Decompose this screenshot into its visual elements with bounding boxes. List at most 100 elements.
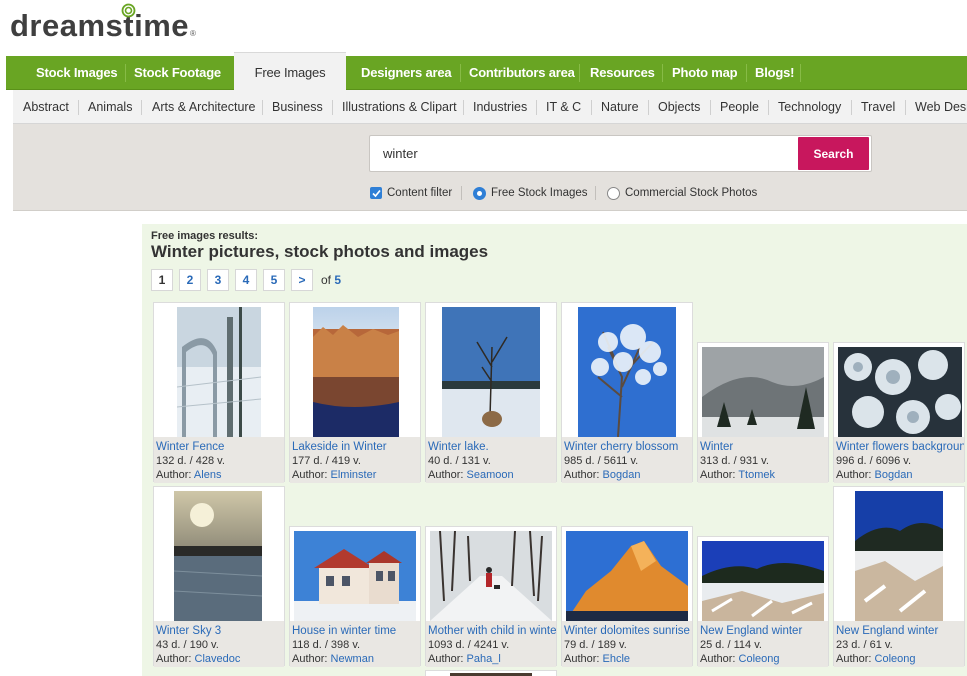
category-it-c[interactable]: IT & C [546, 90, 581, 123]
nav-stock-footage[interactable]: Stock Footage [134, 56, 221, 90]
image-title[interactable]: Winter lake. [428, 440, 554, 454]
category-divider [710, 100, 711, 115]
author-link[interactable]: Ehcle [603, 653, 631, 665]
dreamstime-logo[interactable]: dreamstime ® [10, 3, 196, 42]
image-card-partial[interactable] [425, 670, 557, 676]
category-business[interactable]: Business [272, 90, 323, 123]
image-title[interactable]: Winter [700, 440, 826, 454]
mother-child-photo[interactable] [430, 531, 552, 621]
image-card[interactable]: Winter cherry blossom 985 d. / 5611 v. A… [561, 302, 693, 483]
lakeside-photo[interactable] [313, 307, 399, 437]
author-link[interactable]: Clavedoc [195, 653, 241, 665]
category-people[interactable]: People [720, 90, 759, 123]
main-nav: Stock Images Stock Footage Free Images D… [6, 52, 967, 92]
category-divider [905, 100, 906, 115]
commercial-option[interactable]: Commercial Stock Photos [607, 184, 757, 202]
image-title[interactable]: Winter dolomites sunrise [564, 624, 690, 638]
free-images-option[interactable]: Free Stock Images [473, 184, 588, 202]
image-title[interactable]: Winter cherry blossom [564, 440, 690, 454]
nav-resources[interactable]: Resources [590, 56, 655, 90]
frosted-tree-photo[interactable] [578, 307, 676, 437]
category-objects[interactable]: Objects [658, 90, 700, 123]
misty-mountain-photo[interactable] [702, 347, 824, 437]
nav-divider [579, 64, 580, 82]
search-area: Search Content filter Free Stock Images … [13, 124, 967, 211]
image-title[interactable]: Winter flowers background [836, 440, 964, 454]
category-animals[interactable]: Animals [88, 90, 132, 123]
image-title[interactable]: House in winter time [292, 624, 418, 638]
image-author: Author: Bogdan [836, 468, 962, 482]
image-stats: 177 d. / 419 v. [292, 455, 361, 467]
image-title[interactable]: Winter Fence [156, 440, 282, 454]
author-label: Author: [292, 469, 328, 481]
image-meta: Mother with child in winter 1093 d. / 42… [426, 621, 556, 667]
page-next[interactable]: > [291, 269, 313, 291]
image-card[interactable]: Winter 313 d. / 931 v. Author: Ttomek [697, 342, 829, 483]
search-button[interactable]: Search [798, 137, 869, 170]
nav-stock-images[interactable]: Stock Images [36, 56, 118, 90]
category-industries[interactable]: Industries [473, 90, 527, 123]
image-card[interactable]: Winter Fence 132 d. / 428 v. Author: Ale… [153, 302, 285, 483]
page-count-of: of [321, 273, 332, 287]
image-title[interactable]: New England winter [700, 624, 826, 638]
image-stats: 25 d. / 114 v. [700, 639, 762, 651]
image-title[interactable]: Mother with child in winter [428, 624, 556, 638]
commercial-radio[interactable] [607, 186, 620, 200]
image-card[interactable]: House in winter time 118 d. / 398 v. Aut… [289, 526, 421, 667]
page-1[interactable]: 1 [151, 269, 173, 291]
author-link[interactable]: Seamoon [467, 469, 514, 481]
page-3[interactable]: 3 [207, 269, 229, 291]
image-card[interactable]: New England winter 23 d. / 61 v. Author:… [833, 486, 965, 667]
search-input[interactable] [371, 137, 797, 170]
category-web-design[interactable]: Web Design [915, 90, 967, 123]
category-abstract[interactable]: Abstract [23, 90, 69, 123]
author-label: Author: [700, 653, 736, 665]
image-title[interactable]: Lakeside in Winter [292, 440, 418, 454]
dolomites-photo[interactable] [566, 531, 688, 621]
logo-registered-mark: ® [190, 29, 196, 38]
nav-contributors-area[interactable]: Contributors area [469, 56, 575, 90]
content-filter-checkbox[interactable] [370, 187, 382, 199]
image-stats: 1093 d. / 4241 v. [428, 639, 510, 651]
content-filter-option[interactable]: Content filter [370, 184, 452, 202]
nav-designers-area[interactable]: Designers area [361, 56, 452, 90]
category-arts-architecture[interactable]: Arts & Architecture [152, 90, 256, 123]
page-2[interactable]: 2 [179, 269, 201, 291]
image-title[interactable]: New England winter [836, 624, 962, 638]
winter-sky-photo[interactable] [174, 491, 262, 621]
nav-blogs[interactable]: Blogs! [755, 56, 794, 90]
category-illustrations-clipart[interactable]: Illustrations & Clipart [342, 90, 457, 123]
author-link[interactable]: Alens [194, 469, 222, 481]
nav-free-images[interactable]: Free Images [234, 52, 346, 92]
author-link[interactable]: Newman [331, 653, 374, 665]
nav-photo-map[interactable]: Photo map [672, 56, 738, 90]
image-card[interactable]: Lakeside in Winter 177 d. / 419 v. Autho… [289, 302, 421, 483]
author-link[interactable]: Elminster [331, 469, 377, 481]
author-link[interactable]: Coleong [739, 653, 780, 665]
category-nature[interactable]: Nature [601, 90, 639, 123]
image-card[interactable]: Winter flowers background 996 d. / 6096 … [833, 342, 965, 483]
new-england-photo[interactable] [702, 541, 824, 621]
author-link[interactable]: Coleong [875, 653, 916, 665]
free-images-radio[interactable] [473, 186, 486, 200]
frost-flowers-photo[interactable] [838, 347, 962, 437]
winter-lake-photo[interactable] [442, 307, 540, 437]
image-author: Author: Alens [156, 468, 282, 482]
category-travel[interactable]: Travel [861, 90, 895, 123]
image-title[interactable]: Winter Sky 3 [156, 624, 282, 638]
page-5[interactable]: 5 [263, 269, 285, 291]
image-card[interactable]: Winter Sky 3 43 d. / 190 v. Author: Clav… [153, 486, 285, 667]
new-england-photo-2[interactable] [855, 491, 943, 621]
author-link[interactable]: Paha_l [467, 653, 501, 665]
winter-fence-photo[interactable] [177, 307, 261, 437]
author-link[interactable]: Ttomek [738, 469, 775, 481]
category-technology[interactable]: Technology [778, 90, 841, 123]
house-photo[interactable] [294, 531, 416, 621]
image-card[interactable]: Mother with child in winter 1093 d. / 42… [425, 526, 557, 667]
author-link[interactable]: Bogdan [603, 469, 641, 481]
author-link[interactable]: Bogdan [875, 469, 913, 481]
image-card[interactable]: New England winter 25 d. / 114 v. Author… [697, 536, 829, 667]
image-card[interactable]: Winter dolomites sunrise 79 d. / 189 v. … [561, 526, 693, 667]
page-4[interactable]: 4 [235, 269, 257, 291]
image-card[interactable]: Winter lake. 40 d. / 131 v. Author: Seam… [425, 302, 557, 483]
